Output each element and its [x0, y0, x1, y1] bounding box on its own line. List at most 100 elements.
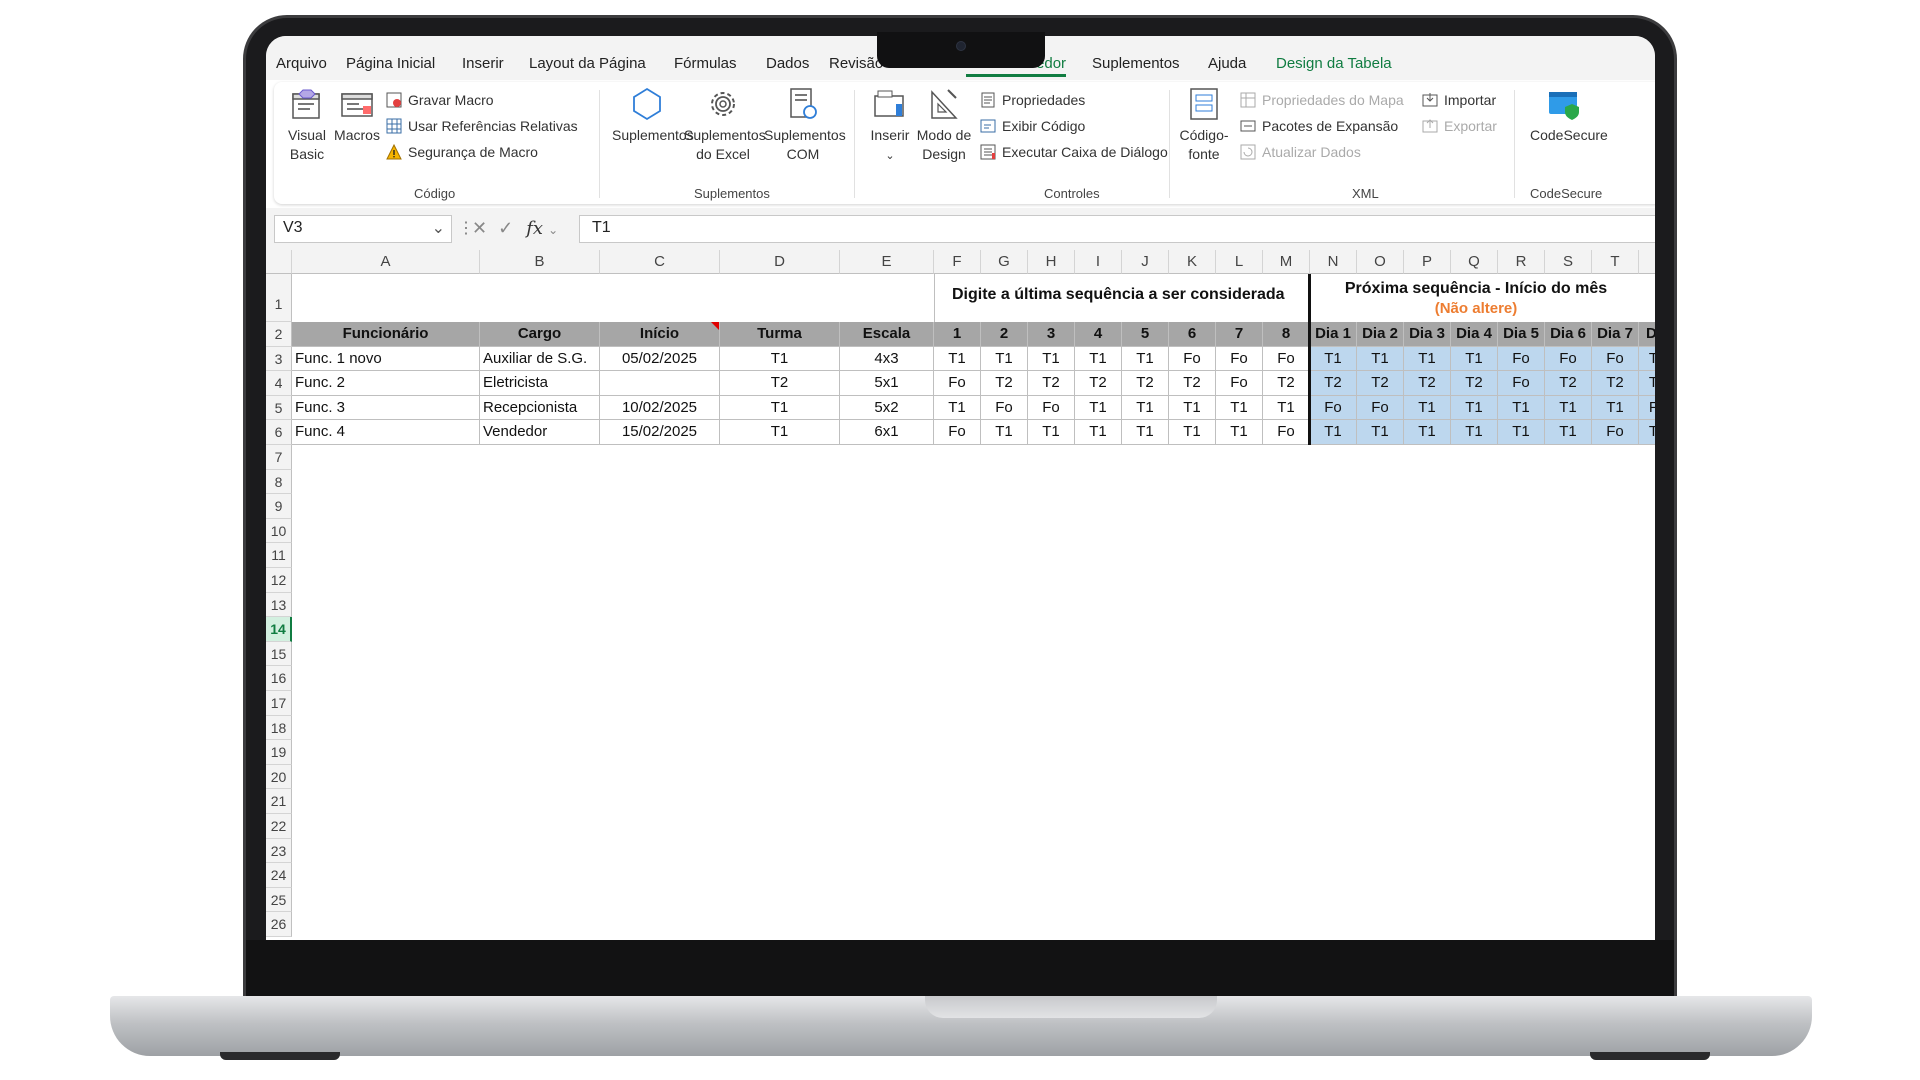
sequence-cell[interactable]: T1	[1122, 420, 1169, 445]
gravar-macro-button[interactable]: Gravar Macro	[386, 92, 494, 108]
column-header[interactable]: F	[934, 250, 981, 274]
next-day-header-cell[interactable]: Dia 1	[1310, 322, 1357, 347]
sequence-cell[interactable]: T2	[1122, 371, 1169, 396]
column-title-cell[interactable]: Início	[600, 322, 720, 347]
column-header[interactable]: A	[292, 250, 480, 274]
column-title-cell[interactable]: 5	[1122, 322, 1169, 347]
row-header[interactable]: 20	[266, 764, 292, 790]
role-cell[interactable]: Eletricista	[480, 371, 600, 396]
next-day-header-cell[interactable]: Dia 7	[1592, 322, 1639, 347]
next-sequence-cell[interactable]: T	[1639, 346, 1655, 372]
usar-referencias-button[interactable]: Usar Referências Relativas	[386, 118, 578, 134]
seguranca-macro-button[interactable]: Segurança de Macro	[386, 144, 538, 160]
tab-menu-item[interactable]: Fórmulas	[674, 55, 737, 72]
sequence-cell[interactable]: Fo	[934, 371, 981, 396]
propriedades-mapa-button[interactable]: Propriedades do Mapa	[1240, 92, 1404, 108]
next-sequence-cell[interactable]: T	[1639, 371, 1655, 396]
sequence-cell[interactable]: Fo	[1263, 420, 1310, 445]
row-header[interactable]: 3	[266, 346, 292, 372]
row-header[interactable]: 21	[266, 789, 292, 814]
tab-menu-item[interactable]: Dados	[766, 55, 809, 72]
schedule-cell[interactable]: 5x1	[840, 371, 934, 396]
tab-menu-item[interactable]: Página Inicial	[346, 55, 435, 72]
column-title-cell[interactable]: Escala	[840, 322, 934, 347]
next-day-header-cell[interactable]: Dia 2	[1357, 322, 1404, 347]
row-header[interactable]: 14	[266, 617, 292, 642]
sequence-cell[interactable]: T1	[1075, 346, 1122, 372]
next-day-header-cell[interactable]: Dia 5	[1498, 322, 1545, 347]
row-header[interactable]: 23	[266, 838, 292, 864]
next-sequence-cell[interactable]: T2	[1451, 371, 1498, 396]
next-sequence-cell[interactable]: T1	[1310, 420, 1357, 445]
codigo-fonte-button[interactable]: Código-fonte	[1174, 86, 1234, 164]
tab-menu-item[interactable]: Suplementos	[1092, 55, 1180, 72]
row-header[interactable]: 26	[266, 912, 292, 937]
row-header[interactable]: 8	[266, 469, 292, 495]
role-cell[interactable]: Vendedor	[480, 420, 600, 445]
sequence-cell[interactable]: T1	[934, 346, 981, 372]
modo-design-button[interactable]: Modo de Design	[916, 86, 972, 164]
column-header[interactable]	[1639, 250, 1655, 274]
column-title-cell[interactable]: 8	[1263, 322, 1310, 347]
sequence-cell[interactable]: T2	[1075, 371, 1122, 396]
row-header[interactable]: 15	[266, 641, 292, 667]
tab-menu-item[interactable]: Revisão	[829, 55, 883, 72]
row-header[interactable]: 11	[266, 543, 292, 568]
row-header[interactable]: 1	[266, 274, 292, 322]
row-header[interactable]: 6	[266, 420, 292, 445]
sequence-cell[interactable]: T2	[1028, 371, 1075, 396]
sequence-cell[interactable]: Fo	[1263, 346, 1310, 372]
sequence-cell[interactable]: T1	[1169, 395, 1216, 421]
formula-input[interactable]: T1	[579, 215, 1655, 243]
employee-cell[interactable]: Func. 4	[292, 420, 480, 445]
row-header[interactable]: 18	[266, 715, 292, 741]
next-sequence-cell[interactable]: F	[1639, 395, 1655, 421]
next-sequence-cell[interactable]: T1	[1498, 420, 1545, 445]
next-sequence-cell[interactable]: T2	[1310, 371, 1357, 396]
next-sequence-cell[interactable]: Fo	[1592, 346, 1639, 372]
next-sequence-cell[interactable]: Fo	[1357, 395, 1404, 421]
start-date-cell[interactable]: 10/02/2025	[600, 395, 720, 421]
shift-cell[interactable]: T2	[720, 371, 840, 396]
shift-cell[interactable]: T1	[720, 420, 840, 445]
sequence-cell[interactable]: Fo	[1028, 395, 1075, 421]
next-sequence-cell[interactable]: T1	[1451, 395, 1498, 421]
next-sequence-cell[interactable]: T1	[1545, 420, 1592, 445]
sequence-cell[interactable]: T1	[1263, 395, 1310, 421]
sequence-cell[interactable]: T1	[1216, 395, 1263, 421]
next-sequence-cell[interactable]: T1	[1592, 395, 1639, 421]
executar-caixa-button[interactable]: Executar Caixa de Diálogo	[980, 144, 1168, 160]
column-title-cell[interactable]: Funcionário	[292, 322, 480, 347]
next-sequence-cell[interactable]: Fo	[1498, 371, 1545, 396]
tab-menu-item[interactable]: Arquivo	[276, 55, 327, 72]
column-header[interactable]: O	[1357, 250, 1404, 274]
column-header[interactable]: M	[1263, 250, 1310, 274]
column-header[interactable]: K	[1169, 250, 1216, 274]
row-header[interactable]: 9	[266, 494, 292, 519]
sequence-cell[interactable]: T1	[934, 395, 981, 421]
confirm-icon[interactable]: ✓	[498, 218, 513, 238]
next-sequence-cell[interactable]: Fo	[1545, 346, 1592, 372]
row-header[interactable]: 10	[266, 518, 292, 544]
column-header[interactable]: R	[1498, 250, 1545, 274]
next-sequence-cell[interactable]: T1	[1404, 395, 1451, 421]
sequence-cell[interactable]: T1	[1216, 420, 1263, 445]
sequence-cell[interactable]: T2	[1263, 371, 1310, 396]
next-day-header-cell[interactable]: Di	[1639, 322, 1655, 347]
column-header[interactable]: I	[1075, 250, 1122, 274]
schedule-cell[interactable]: 6x1	[840, 420, 934, 445]
visual-basic-button[interactable]: Visual Basic	[284, 86, 330, 164]
employee-cell[interactable]: Func. 2	[292, 371, 480, 396]
next-sequence-cell[interactable]: T1	[1357, 420, 1404, 445]
next-sequence-cell[interactable]: Fo	[1310, 395, 1357, 421]
sequence-cell[interactable]: T1	[981, 420, 1028, 445]
start-date-cell[interactable]: 05/02/2025	[600, 346, 720, 372]
pacotes-expansao-button[interactable]: Pacotes de Expansão	[1240, 118, 1398, 134]
next-sequence-cell[interactable]: T1	[1357, 346, 1404, 372]
cancel-icon[interactable]: ✕	[472, 218, 487, 238]
next-sequence-cell[interactable]: T2	[1592, 371, 1639, 396]
column-header[interactable]: G	[981, 250, 1028, 274]
column-header[interactable]: N	[1310, 250, 1357, 274]
column-title-cell[interactable]: Turma	[720, 322, 840, 347]
exportar-button[interactable]: Exportar	[1422, 118, 1497, 134]
